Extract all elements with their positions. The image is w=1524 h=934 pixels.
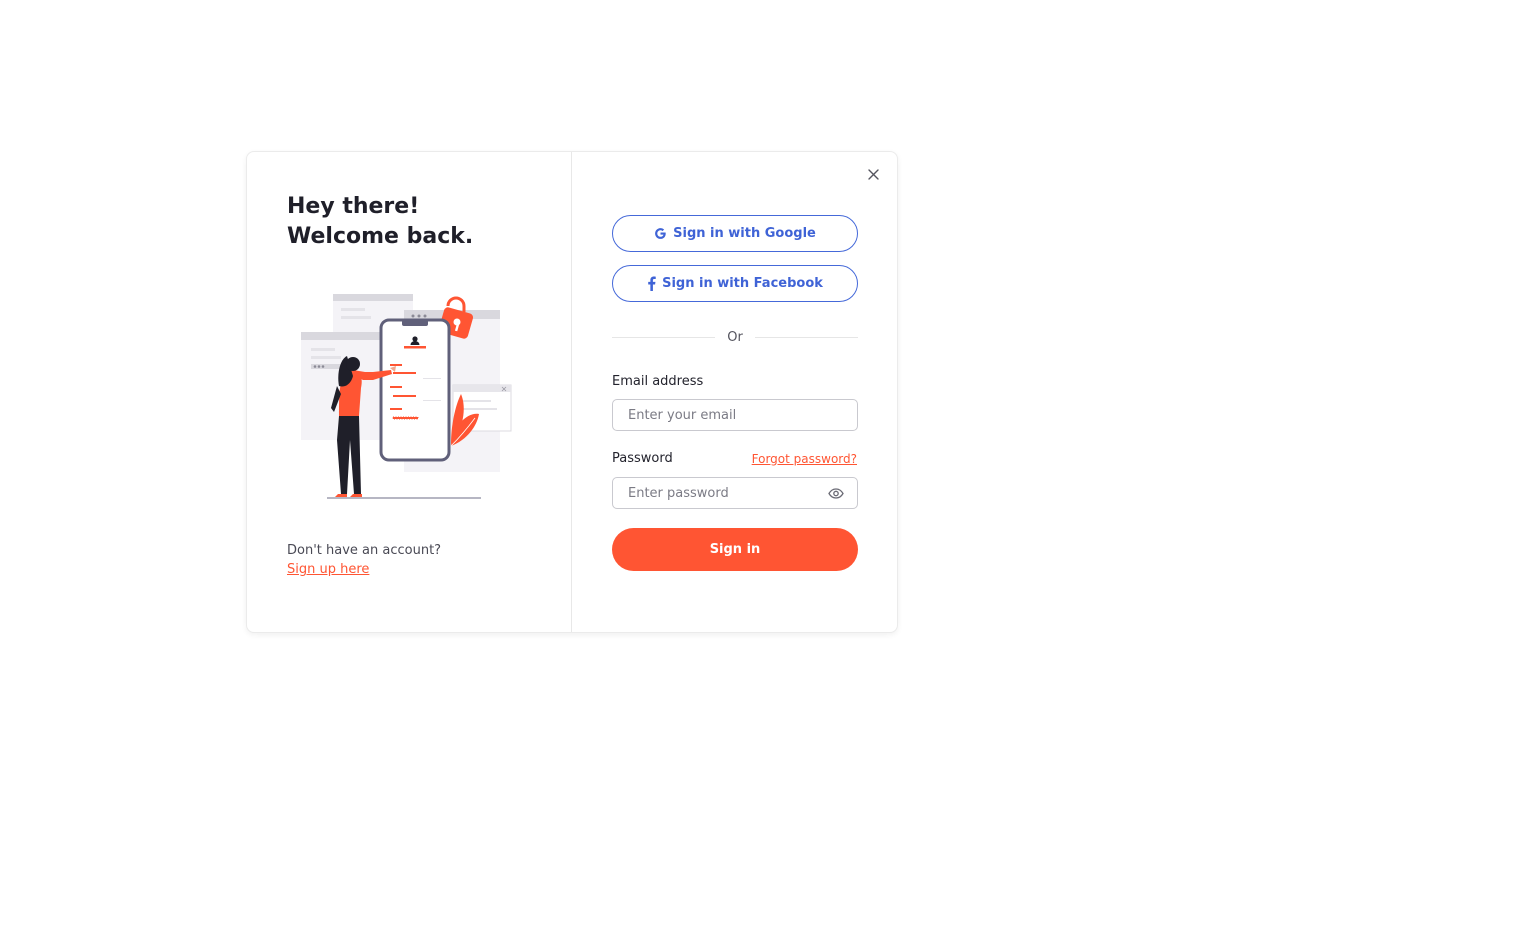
sign-in-form-panel: Sign in with Google Sign in with Faceboo… — [572, 152, 897, 632]
close-button[interactable] — [863, 164, 883, 184]
google-sign-in-label: Sign in with Google — [673, 226, 816, 241]
sign-in-modal: Hey there! Welcome back. Don't have an a… — [246, 151, 898, 633]
divider-line-left — [612, 336, 716, 338]
or-divider: Or — [612, 328, 859, 346]
password-field[interactable] — [628, 485, 827, 501]
email-label: Email address — [612, 374, 704, 389]
welcome-panel: Hey there! Welcome back. Don't have an a… — [247, 152, 572, 632]
eye-icon — [828, 487, 844, 499]
email-field[interactable] — [628, 407, 842, 423]
sign-in-button[interactable]: Sign in — [612, 528, 858, 571]
password-label: Password — [612, 451, 673, 466]
facebook-icon — [648, 276, 656, 291]
google-icon — [655, 228, 666, 239]
google-sign-in-button[interactable]: Sign in with Google — [612, 215, 858, 252]
welcome-heading-line2: Welcome back. — [287, 224, 474, 249]
password-field-wrapper — [612, 477, 858, 509]
signup-link[interactable]: Sign up here — [287, 560, 441, 579]
signup-prompt-text: Don't have an account? — [287, 543, 442, 558]
facebook-sign-in-label: Sign in with Facebook — [662, 276, 823, 291]
divider-or-text: Or — [727, 329, 743, 345]
facebook-sign-in-button[interactable]: Sign in with Facebook — [612, 265, 858, 302]
close-icon — [867, 168, 879, 180]
login-illustration — [301, 294, 512, 499]
welcome-heading-line1: Hey there! — [287, 194, 420, 219]
email-field-wrapper — [612, 399, 858, 431]
welcome-heading: Hey there! Welcome back. — [287, 192, 473, 252]
divider-line-right — [754, 336, 859, 338]
forgot-password-link[interactable]: Forgot password? — [752, 452, 857, 466]
signup-prompt: Don't have an account? Sign up here — [287, 541, 441, 579]
toggle-password-visibility-button[interactable] — [827, 486, 845, 500]
